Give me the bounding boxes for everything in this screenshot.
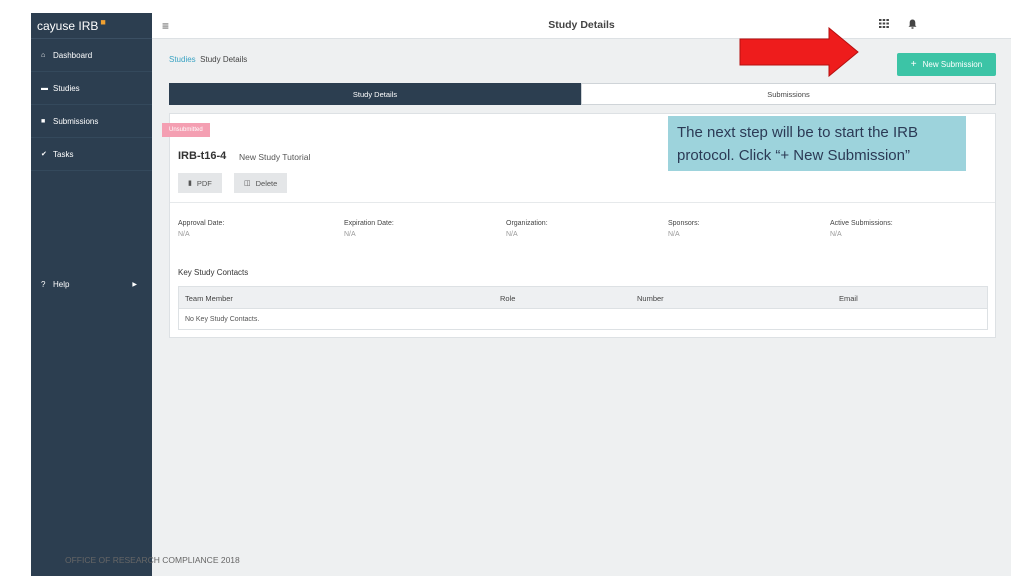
meta-label: Organization: [506,220,548,227]
breadcrumb-studies-link[interactable]: Studies [169,55,196,64]
study-name: New Study Tutorial [239,152,311,162]
tab-label: Study Details [352,89,398,99]
expiration-date: Expiration Date: N/A [344,220,394,238]
tab-label: Submissions [767,89,810,99]
sidebar-item-submissions[interactable]: ■ Submissions [31,105,152,138]
breadcrumb-current: Study Details [200,55,248,64]
meta-value: N/A [178,231,190,238]
sidebar-item-studies[interactable]: ▬ Studies [31,72,152,105]
column-header[interactable]: Email [839,294,858,303]
check-icon: ✔ [41,151,47,158]
meta-value: N/A [830,231,842,238]
key-contacts-title: Key Study Contacts [178,268,249,277]
red-arrow-icon [739,27,859,77]
tab-study-details[interactable]: Study Details [169,83,581,105]
brand-name: cayuse IRB [37,18,99,33]
bell-icon[interactable] [908,19,917,31]
grid-icon[interactable] [879,19,889,30]
question-icon: ? [41,279,46,289]
sidebar-item-label: Studies [53,83,80,93]
brand-star-icon: ■ [100,16,106,27]
active-submissions: Active Submissions: N/A [830,220,893,238]
approval-date: Approval Date: N/A [178,220,224,238]
sidebar-item-label: Tasks [53,149,74,159]
tab-submissions[interactable]: Submissions [581,83,996,105]
sidebar-item-dashboard[interactable]: ⌂ Dashboard [31,39,152,72]
delete-button[interactable]: ◫ Delete [234,173,288,193]
meta-value: N/A [668,231,680,238]
pdf-button[interactable]: ▮ PDF [178,173,222,193]
sidebar: cayuse IRB ■ ⌂ Dashboard ▬ Studies ■ Subm… [31,13,152,576]
brand-logo[interactable]: cayuse IRB ■ [31,13,152,39]
trash-icon: ◫ [244,180,251,187]
pdf-label: PDF [196,178,212,188]
meta-value: N/A [344,231,356,238]
meta-label: Active Submissions: [830,220,893,227]
callout-line: protocol. Click “+ New Submission” [677,147,910,164]
organization: Organization: N/A [506,220,548,238]
meta-label: Approval Date: [178,220,225,227]
sidebar-item-tasks[interactable]: ✔ Tasks [31,138,152,171]
new-submission-button[interactable]: + New Submission [897,53,996,76]
meta-label: Expiration Date: [344,220,394,227]
study-id: IRB-t16-4 [178,150,227,162]
status-badge: Unsubmitted [162,123,210,137]
tutorial-callout: The next step will be to start the IRB p… [668,116,966,171]
breadcrumb: Studies Study Details [169,55,247,64]
document-icon: ■ [41,117,46,125]
column-header[interactable]: Role [500,294,515,303]
column-header[interactable]: Number [637,294,664,303]
sidebar-item-label: Dashboard [53,50,93,60]
folder-icon: ▬ [41,84,48,92]
sponsors: Sponsors: N/A [668,220,700,238]
table-row-empty: No Key Study Contacts. [185,315,260,323]
table-header: Team Member Role Number Email [179,287,987,309]
app-window: cayuse IRB ■ ⌂ Dashboard ▬ Studies ■ Subm… [31,13,1011,576]
footer-text: OFFICE OF RESEARCH COMPLIANCE 2018 [65,555,240,565]
callout-line: The next step will be to start the IRB [677,124,918,141]
home-icon: ⌂ [41,51,46,59]
plus-icon: + [910,59,917,70]
sidebar-item-help[interactable]: ? Help ▶ [31,275,152,293]
top-bar: ≡ Study Details [152,13,1011,39]
meta-label: Sponsors: [668,220,700,227]
column-header[interactable]: Team Member [185,294,233,303]
sidebar-item-label: Submissions [53,116,99,126]
sidebar-item-label: Help [53,279,70,289]
new-submission-label: New Submission [922,60,983,69]
chevron-right-icon: ▶ [132,281,137,288]
meta-value: N/A [506,231,518,238]
file-icon: ▮ [188,180,192,187]
delete-label: Delete [255,178,278,188]
divider [170,202,995,203]
key-contacts-table: Team Member Role Number Email No Key Stu… [178,286,988,330]
